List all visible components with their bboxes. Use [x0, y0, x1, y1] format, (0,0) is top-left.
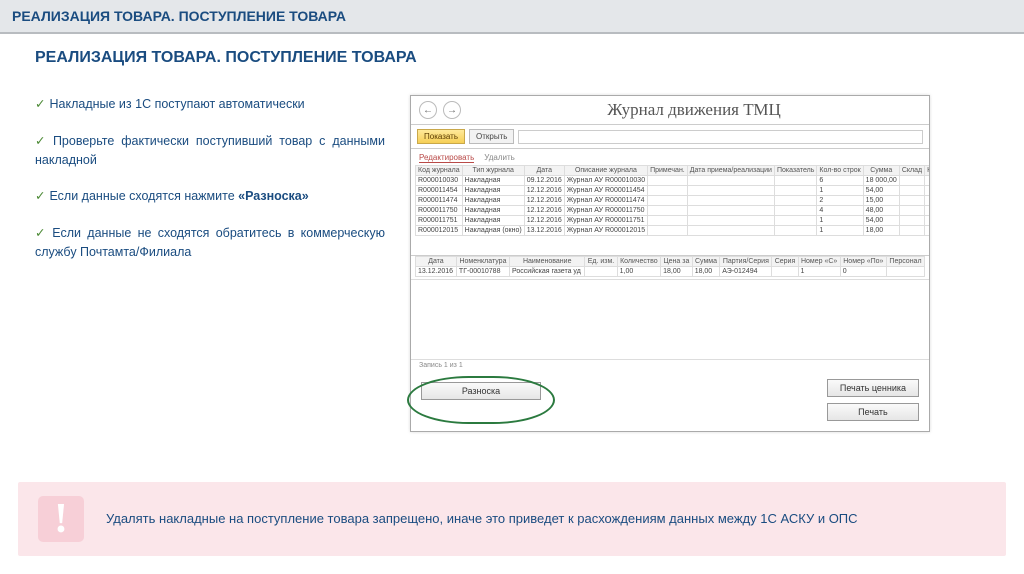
col-header: Наименование: [510, 257, 585, 267]
col-header: Номер «По»: [840, 257, 886, 267]
alert-text: Удалять накладные на поступление товара …: [106, 510, 858, 528]
alert-box: ! Удалять накладные на поступление товар…: [18, 482, 1006, 556]
page-title: РЕАЛИЗАЦИЯ ТОВАРА. ПОСТУПЛЕНИЕ ТОВАРА: [35, 49, 994, 67]
col-header: Тип журнала: [462, 166, 524, 176]
col-header: Дата: [524, 166, 564, 176]
show-button[interactable]: Показать: [417, 129, 465, 144]
col-header: Дата приема/реализации: [687, 166, 774, 176]
table-row[interactable]: R000011751Накладная12.12.2016Журнал АУ R…: [416, 216, 930, 226]
bullet-item: ✓Если данные не сходятся обратитесь в ко…: [35, 224, 385, 262]
col-header: Номенклатура: [456, 257, 509, 267]
bullet-list: ✓Накладные из 1С поступают автоматически…: [35, 95, 385, 432]
bullet-item: ✓Проверьте фактически поступивший товар …: [35, 132, 385, 170]
table-row[interactable]: R000010030Накладная09.12.2016Журнал АУ R…: [416, 176, 930, 186]
col-header: Партия/Серия: [720, 257, 772, 267]
col-header: Описание журнала: [564, 166, 647, 176]
check-icon: ✓: [35, 189, 45, 203]
check-icon: ✓: [35, 97, 45, 111]
col-header: Код журнала: [416, 166, 463, 176]
detail-table[interactable]: Дата Номенклатура Наименование Ед. изм. …: [415, 256, 925, 277]
col-header: Цена за: [661, 257, 693, 267]
bullet-item: ✓Накладные из 1С поступают автоматически: [35, 95, 385, 114]
open-button[interactable]: Открыть: [469, 129, 514, 144]
col-header: Ед. изм.: [585, 257, 617, 267]
col-header: Сумма: [863, 166, 899, 176]
app-window: ← → Журнал движения ТМЦ Показать Открыть…: [410, 95, 930, 432]
col-header: Номер «С»: [798, 257, 840, 267]
nav-forward-icon[interactable]: →: [443, 101, 461, 119]
exclamation-icon: !: [38, 496, 84, 542]
check-icon: ✓: [35, 134, 49, 148]
bullet-item: ✓Если данные сходятся нажмите «Разноска»: [35, 187, 385, 206]
col-header: Количество: [617, 257, 661, 267]
record-count: Запись 1 из 1: [411, 359, 929, 371]
col-header: Персонал: [886, 257, 924, 267]
col-header: Дата: [416, 257, 457, 267]
slide-header: РЕАЛИЗАЦИЯ ТОВАРА. ПОСТУПЛЕНИЕ ТОВАРА: [0, 0, 1024, 34]
journal-table[interactable]: Код журнала Тип журнала Дата Описание жу…: [415, 165, 929, 236]
col-header: Примечан.: [648, 166, 688, 176]
print-price-tag-button[interactable]: Печать ценника: [827, 379, 919, 397]
col-header: НДП: [925, 166, 929, 176]
print-button[interactable]: Печать: [827, 403, 919, 421]
col-header: Сумма: [692, 257, 720, 267]
col-header: Показатель: [774, 166, 816, 176]
table-row[interactable]: R000011474Накладная12.12.2016Журнал АУ R…: [416, 196, 930, 206]
col-header: Серия: [772, 257, 798, 267]
tab-edit[interactable]: Редактировать: [419, 153, 474, 163]
nav-back-icon[interactable]: ←: [419, 101, 437, 119]
col-header: Склад: [899, 166, 924, 176]
table-row[interactable]: R000012015Накладная (окно)13.12.2016Журн…: [416, 226, 930, 236]
app-title: Журнал движения ТМЦ: [467, 100, 921, 120]
table-row[interactable]: R000011454Накладная12.12.2016Журнал АУ R…: [416, 186, 930, 196]
highlight-oval: [407, 376, 555, 424]
table-row[interactable]: 13.12.2016 ТГ-00010788 Российская газета…: [416, 267, 925, 277]
toolbar-search-input[interactable]: [518, 130, 923, 144]
tab-delete[interactable]: Удалить: [484, 153, 515, 163]
col-header: Кол-во строк: [817, 166, 863, 176]
table-row[interactable]: R000011750Накладная12.12.2016Журнал АУ R…: [416, 206, 930, 216]
check-icon: ✓: [35, 226, 48, 240]
